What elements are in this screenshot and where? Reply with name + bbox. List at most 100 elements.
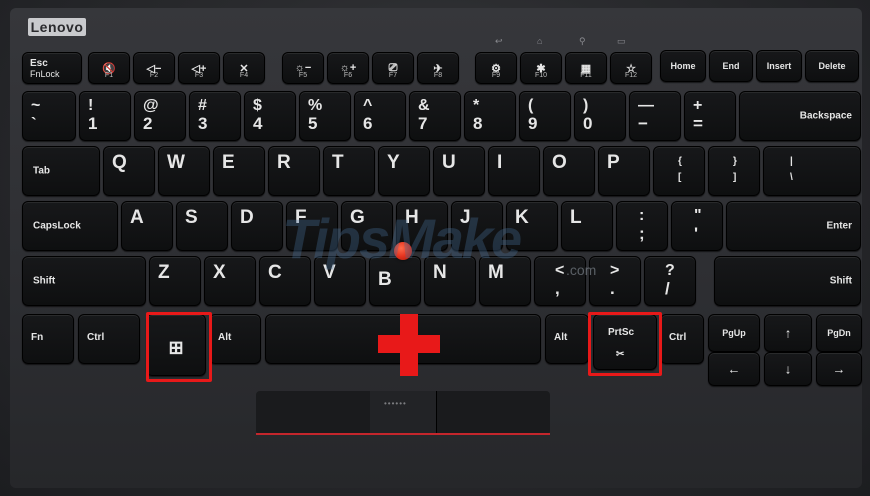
red-stripe (256, 433, 550, 435)
key-s[interactable]: S (176, 201, 228, 251)
key-3[interactable]: #3 (189, 91, 241, 141)
key-capslock[interactable]: CapsLock (22, 201, 118, 251)
key-y[interactable]: Y (378, 146, 430, 196)
key-label: Tab (33, 165, 51, 177)
middle-click-button[interactable]: •••••• (370, 391, 436, 435)
key-pgup[interactable]: PgUp (708, 314, 760, 352)
key-shift-left[interactable]: Shift (22, 256, 146, 306)
key-shift-label: ^ (363, 97, 373, 114)
key-d[interactable]: D (231, 201, 283, 251)
key-f4[interactable]: ✕ F4 (223, 52, 265, 84)
key-backtick[interactable]: ~ ` (22, 91, 76, 141)
key-f9[interactable]: ⚙ F9 (475, 52, 517, 84)
key-shift-label: $ (253, 97, 262, 114)
key-x[interactable]: X (204, 256, 256, 306)
key-2[interactable]: @2 (134, 91, 186, 141)
key-f5[interactable]: ☼− F5 (282, 52, 324, 84)
key-l[interactable]: L (561, 201, 613, 251)
left-click-button[interactable] (256, 391, 371, 435)
key-label: 6 (363, 114, 373, 133)
watermark-suffix: .com (566, 262, 597, 278)
key-o[interactable]: O (543, 146, 595, 196)
key-arrow-down[interactable]: ↓ (764, 352, 812, 386)
key-label: Home (670, 61, 696, 71)
key-a[interactable]: A (121, 201, 173, 251)
key-label: Alt (218, 332, 232, 343)
key-f3[interactable]: ◁+ F3 (178, 52, 220, 84)
key-4[interactable]: $4 (244, 91, 296, 141)
key-bracket-left[interactable]: {[ (653, 146, 705, 196)
key-w[interactable]: W (158, 146, 210, 196)
key-arrow-left[interactable]: ← (708, 352, 760, 386)
key-label: F9 (491, 72, 501, 79)
key-f7[interactable]: ⎚ F7 (372, 52, 414, 84)
key-label: Alt (554, 332, 568, 343)
key-t[interactable]: T (323, 146, 375, 196)
key-equals[interactable]: + = (684, 91, 736, 141)
key-z[interactable]: Z (149, 256, 201, 306)
key-fn[interactable]: Fn (22, 314, 74, 364)
key-shift-right[interactable]: Shift (714, 256, 861, 306)
key-backspace[interactable]: Backspace (739, 91, 861, 141)
key-arrow-up[interactable]: ↑ (764, 314, 812, 352)
key-f2[interactable]: ◁− F2 (133, 52, 175, 84)
right-click-button[interactable] (436, 391, 551, 435)
key-shift-label: < (555, 262, 565, 279)
key-label: Q (112, 152, 127, 173)
key-r[interactable]: R (268, 146, 320, 196)
trackpoint-buttons: •••••• (256, 391, 550, 435)
key-home[interactable]: Home (660, 50, 706, 82)
key-ctrl-right[interactable]: Ctrl (660, 314, 704, 364)
key-u[interactable]: U (433, 146, 485, 196)
key-pgdn[interactable]: PgDn (816, 314, 862, 352)
key-f10[interactable]: ✱ F10 (520, 52, 562, 84)
key-q[interactable]: Q (103, 146, 155, 196)
arrow-down-icon: ↓ (784, 361, 792, 377)
key-shift-label: { (678, 156, 682, 167)
key-f11[interactable]: ▦ F11 (565, 52, 607, 84)
key-shift-label: + (693, 97, 703, 114)
key-shift-label: ~ (31, 97, 41, 114)
key-label: F8 (433, 72, 443, 79)
key-ctrl-left[interactable]: Ctrl (78, 314, 140, 364)
key-minus[interactable]: — − (629, 91, 681, 141)
key-p[interactable]: P (598, 146, 650, 196)
key-quote[interactable]: " ' (671, 201, 723, 251)
key-label: \ (790, 172, 793, 183)
key-alt-right[interactable]: Alt (545, 314, 589, 364)
key-slash[interactable]: ? / (644, 256, 696, 306)
key-6[interactable]: ^ 6 (354, 91, 406, 141)
key-1[interactable]: ! 1 (79, 91, 131, 141)
key-label: F7 (388, 72, 398, 79)
key-9[interactable]: (9 (519, 91, 571, 141)
key-f12[interactable]: ☆ F12 (610, 52, 652, 84)
key-delete[interactable]: Delete (805, 50, 859, 82)
key-insert[interactable]: Insert (756, 50, 802, 82)
key-period[interactable]: >. (589, 256, 641, 306)
key-bracket-right[interactable]: }] (708, 146, 760, 196)
key-enter[interactable]: Enter (726, 201, 861, 251)
key-shift-label: > (610, 262, 620, 279)
key-alt-left[interactable]: Alt (209, 314, 261, 364)
key-e[interactable]: E (213, 146, 265, 196)
key-label: W (167, 152, 185, 173)
key-8[interactable]: * 8 (464, 91, 516, 141)
key-f1[interactable]: 🔇 F1 (88, 52, 130, 84)
key-esc[interactable]: Esc FnLock (22, 52, 82, 84)
key-0[interactable]: ) 0 (574, 91, 626, 141)
key-arrow-right[interactable]: → (816, 352, 862, 386)
key-label: F1 (104, 72, 114, 79)
key-f6[interactable]: ☼+ F6 (327, 52, 369, 84)
key-label: E (222, 152, 235, 173)
key-label: S (185, 207, 198, 228)
key-5[interactable]: % 5 (299, 91, 351, 141)
key-end[interactable]: End (709, 50, 753, 82)
key-label: R (277, 152, 291, 173)
key-label: U (442, 152, 456, 173)
key-7[interactable]: & 7 (409, 91, 461, 141)
key-i[interactable]: I (488, 146, 540, 196)
key-semicolon[interactable]: :; (616, 201, 668, 251)
key-f8[interactable]: ✈ F8 (417, 52, 459, 84)
key-backslash[interactable]: | \ (763, 146, 861, 196)
key-tab[interactable]: Tab (22, 146, 100, 196)
